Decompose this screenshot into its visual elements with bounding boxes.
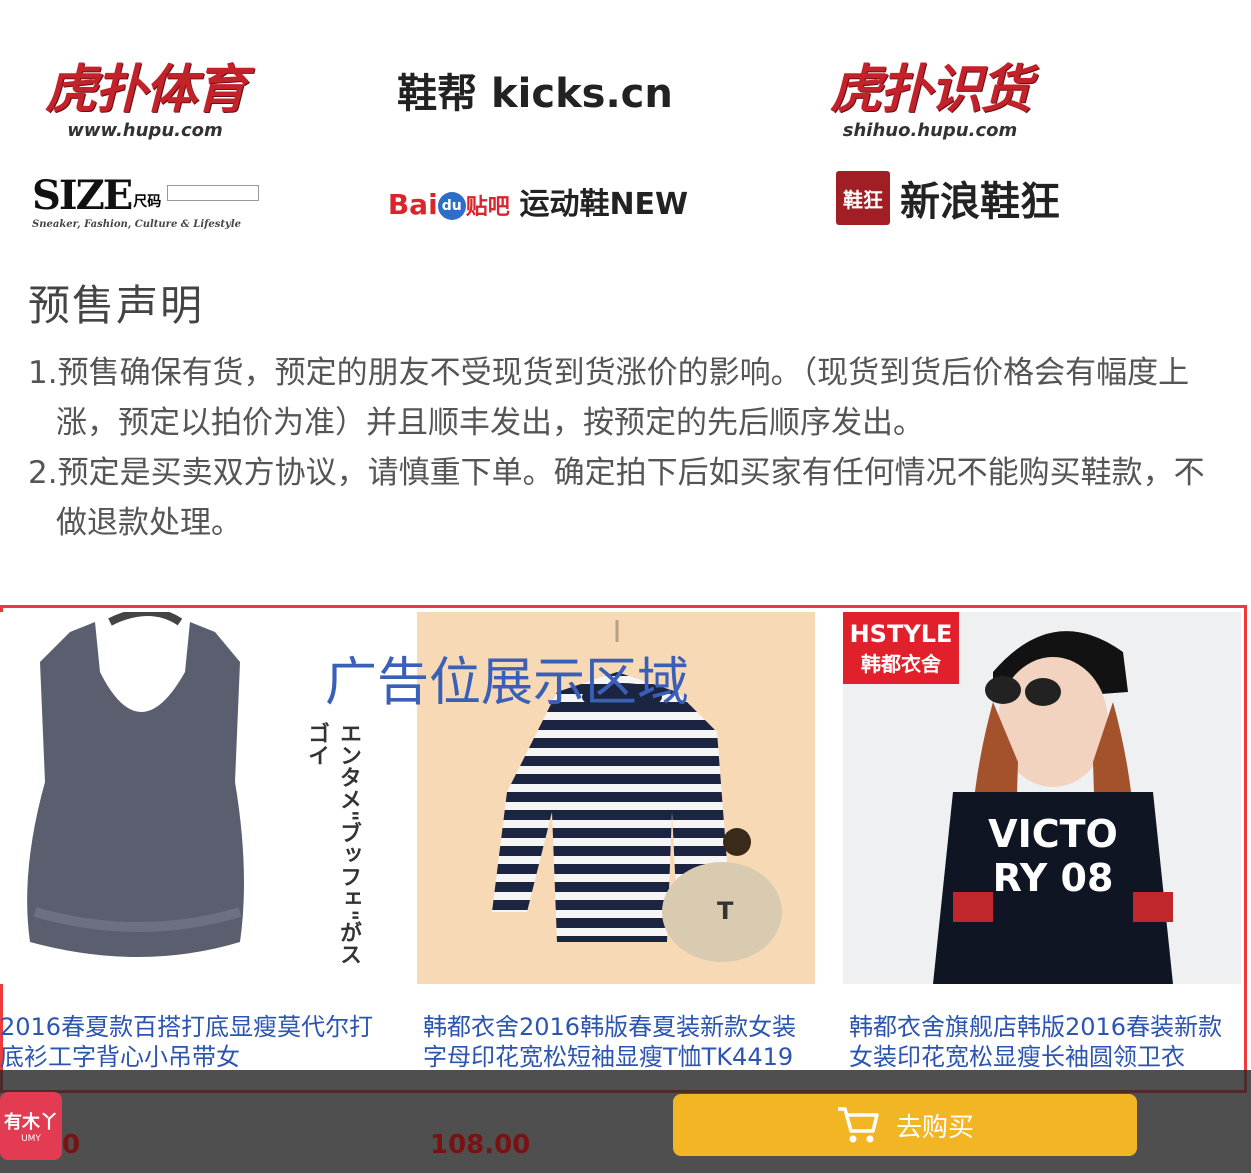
product-image-2-letter: T (717, 897, 734, 925)
logo-size-tag: 尺码 (133, 194, 162, 210)
logo-baidu-bai: Bai (387, 188, 438, 221)
product-title-3-line2: 女装印花宽松显瘦长袖圆领卫衣 (849, 1043, 1185, 1071)
presale-title: 预售声明 (28, 281, 205, 330)
logo-sina-xiekuang[interactable]: 鞋狂 新浪鞋狂 (828, 165, 1068, 231)
product-title-1-line2: 底衫工字背心小吊带女 (0, 1043, 240, 1071)
buy-button-label: 去购买 (895, 1112, 974, 1143)
logo-hupu-sports[interactable]: 虎扑体育 www.hupu.com (30, 48, 260, 141)
logo-sina-badge: 鞋狂 (836, 171, 890, 225)
brand-badge-bottom: 韩都衣舍 (861, 651, 941, 676)
product-title-1[interactable]: 2016春夏款百搭打底显瘦莫代尔打 底衫工字背心小吊带女 (0, 1012, 400, 1072)
logo-size-row: SIZE 尺码 (32, 172, 260, 219)
price: 108.00 (430, 1130, 531, 1160)
presale-item-1: 1.预售确保有货，预定的朋友不受现货到货涨价的影响。（现货到货后价格会有幅度上涨… (28, 355, 1190, 441)
logo-size-box (167, 185, 260, 201)
product-title-3-line1: 韩都衣舍旗舰店韩版2016春装新款 (849, 1013, 1223, 1041)
logo-kicks[interactable]: 鞋帮 kicks.cn (390, 50, 680, 130)
product-title-1-line1: 2016春夏款百搭打底显瘦莫代尔打 (0, 1013, 374, 1041)
cart-icon (837, 1107, 879, 1143)
logo-kicks-title: 鞋帮 kicks.cn (397, 71, 673, 117)
presale-list: 1.预售确保有货，预定的朋友不受现货到货涨价的影响。（现货到货后价格会有幅度上涨… (28, 348, 1218, 548)
logo-shihuo-url: shihuo.hupu.com (842, 120, 1018, 141)
logo-size[interactable]: SIZE 尺码 Sneaker, Fashion, Culture & Life… (32, 168, 292, 234)
product-title-2-line2: 字母印花宽松短袖显瘦T恤TK4419 (423, 1043, 794, 1071)
brand-badge-top: HSTYLE (849, 619, 953, 648)
product-title-2[interactable]: 韩都衣舍2016韩版春夏装新款女装 字母印花宽松短袖显瘦T恤TK4419 (417, 1012, 817, 1072)
brand-badge: HSTYLE 韩都衣舍 (843, 612, 959, 684)
shop-logo[interactable]: 有木丫 UMY (0, 1092, 62, 1160)
logo-baidu-tieba-text: 贴吧 (465, 195, 510, 220)
logo-sina-row: 鞋狂 新浪鞋狂 (836, 169, 1060, 227)
price-left: 0 (62, 1130, 81, 1160)
logo-baidu-name: 运动鞋NEW (519, 187, 689, 222)
product-image-3[interactable]: VICTORY 08 HSTYLE 韩都衣舍 (843, 612, 1241, 984)
buy-button[interactable]: 去购买 (673, 1094, 1137, 1156)
logo-shihuo-title: 虎扑识货 (829, 60, 1032, 120)
product-title-2-line1: 韩都衣舍2016韩版春夏装新款女装 (423, 1013, 797, 1041)
logo-shihuo[interactable]: 虎扑识货 shihuo.hupu.com (815, 48, 1045, 141)
logo-baidu-tieba[interactable]: Bai du 贴吧 运动鞋NEW (388, 170, 688, 232)
shop-logo-sub: UMY (21, 1134, 41, 1144)
product-image-1-caption: エンタメ"ブッフェ"がスゴイ (304, 722, 361, 965)
shop-logo-text: 有木丫 (4, 1112, 58, 1133)
logo-hupu-title: 虎扑体育 (44, 60, 247, 120)
logo-hupu-url: www.hupu.com (67, 120, 223, 141)
product-card-3[interactable]: VICTORY 08 HSTYLE 韩都衣舍 韩都衣舍旗舰店韩版2016春装新款… (843, 612, 1243, 1072)
product-title-3[interactable]: 韩都衣舍旗舰店韩版2016春装新款 女装印花宽松显瘦长袖圆领卫衣 (843, 1012, 1243, 1072)
logo-baidu-row: Bai du 贴吧 运动鞋NEW (388, 179, 688, 223)
logo-sina-title: 新浪鞋狂 (900, 179, 1060, 225)
paw-icon: du (437, 192, 466, 220)
product-image-3-print: VICTORY 08 (988, 812, 1118, 900)
ad-area-label: 广告位展示区域 (325, 653, 690, 713)
presale-item-2: 2.预定是买卖双方协议，请慎重下单。确定拍下后如买家有任何情况不能购买鞋款，不做… (28, 455, 1205, 541)
logo-size-title: SIZE (32, 172, 133, 219)
logo-size-subtitle: Sneaker, Fashion, Culture & Lifestyle (32, 219, 242, 230)
